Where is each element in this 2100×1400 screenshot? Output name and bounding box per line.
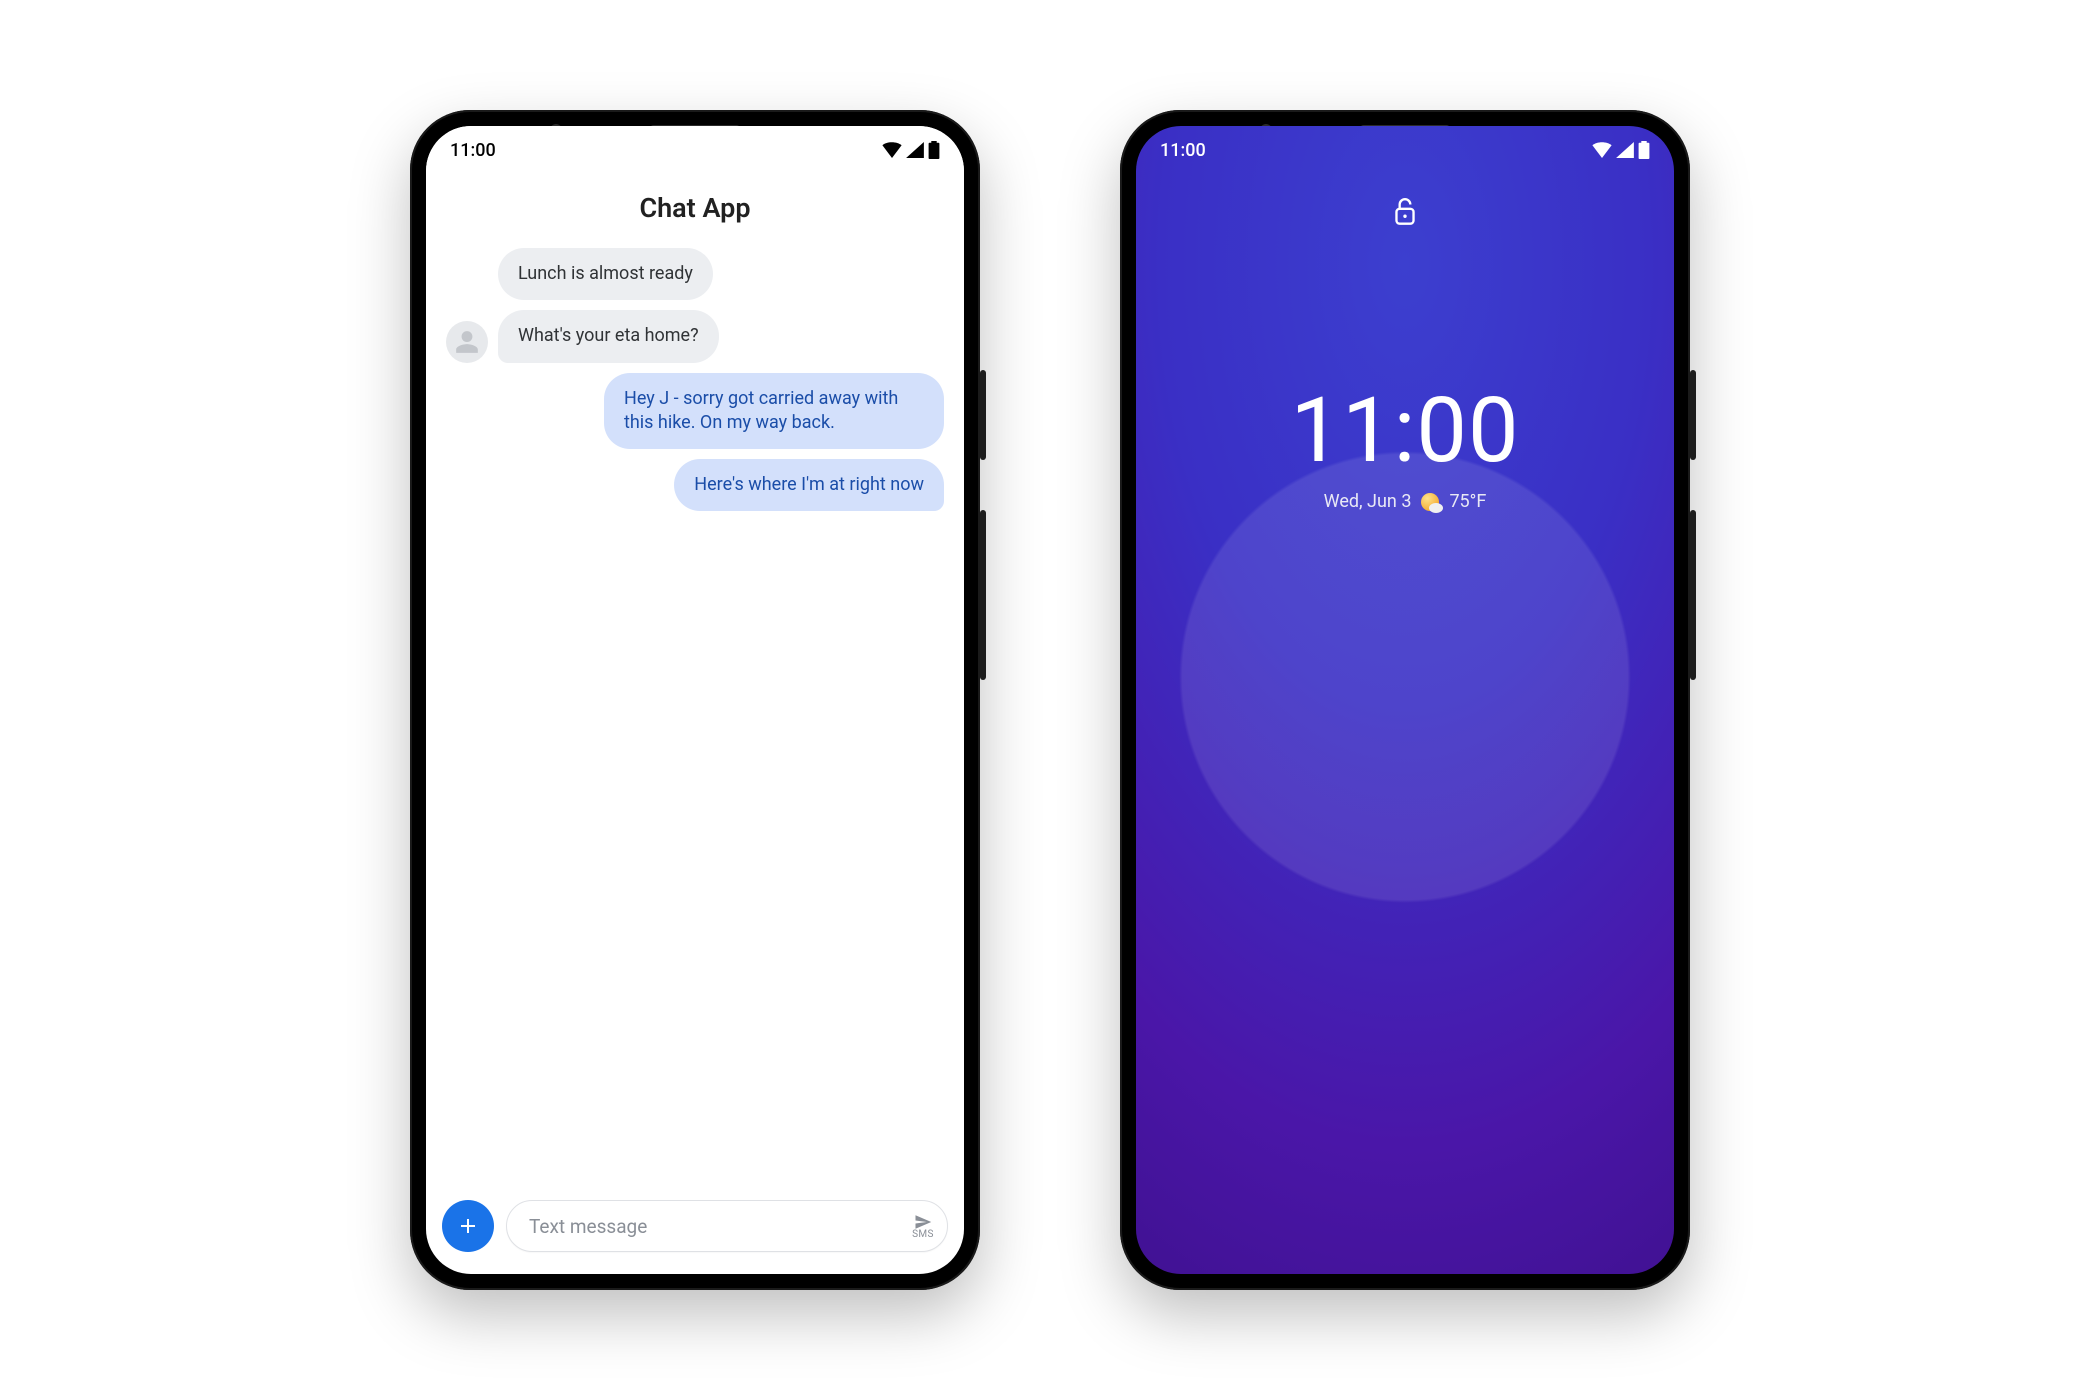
volume-button[interactable] [1690,510,1696,680]
lock-temperature: 75°F [1449,491,1486,512]
message-input[interactable]: Text message SMS [506,1200,948,1252]
message-row-outgoing[interactable]: Here's where I'm at right now [446,459,944,511]
message-list[interactable]: Lunch is almost ready What's your eta ho… [426,248,964,1186]
lock-subline: Wed, Jun 3 75°F [1136,491,1674,512]
message-bubble: What's your eta home? [498,310,719,362]
message-input-placeholder: Text message [529,1215,911,1238]
signal-icon [1616,142,1634,158]
wifi-icon [1592,142,1612,158]
send-button[interactable]: SMS [911,1213,935,1240]
attach-button[interactable] [442,1200,494,1252]
power-button[interactable] [1690,370,1696,460]
message-row-incoming[interactable]: What's your eta home? [446,310,944,362]
message-bubble: Hey J - sorry got carried away with this… [604,373,944,450]
composer: Text message SMS [426,1186,964,1274]
volume-button[interactable] [980,510,986,680]
plus-icon [456,1214,480,1238]
send-label: SMS [912,1229,934,1240]
lock-screen[interactable]: 11:00 11:00 Wed, Jun 3 75°F [1136,126,1674,1274]
phone-left: 11:00 Chat App Lunch is almost ready [410,110,980,1290]
status-time: 11:00 [1160,140,1206,161]
battery-icon [928,141,940,159]
weather-icon [1421,493,1439,511]
message-row-incoming[interactable]: Lunch is almost ready [446,248,944,300]
signal-icon [906,142,924,158]
avatar[interactable] [446,321,488,363]
status-bar: 11:00 [426,126,964,174]
message-bubble: Here's where I'm at right now [674,459,944,511]
chat-title: Chat App [426,174,964,248]
message-bubble: Lunch is almost ready [498,248,713,300]
power-button[interactable] [980,370,986,460]
phone-right: 11:00 11:00 Wed, Jun 3 75°F [1120,110,1690,1290]
message-row-outgoing[interactable]: Hey J - sorry got carried away with this… [446,373,944,450]
status-time: 11:00 [450,140,496,161]
wifi-icon [882,142,902,158]
lock-icon[interactable] [1392,196,1418,228]
lock-date: Wed, Jun 3 [1324,491,1412,512]
battery-icon [1638,141,1650,159]
status-bar: 11:00 [1136,126,1674,174]
chat-screen: 11:00 Chat App Lunch is almost ready [426,126,964,1274]
lock-clock: 11:00 [1136,378,1674,483]
